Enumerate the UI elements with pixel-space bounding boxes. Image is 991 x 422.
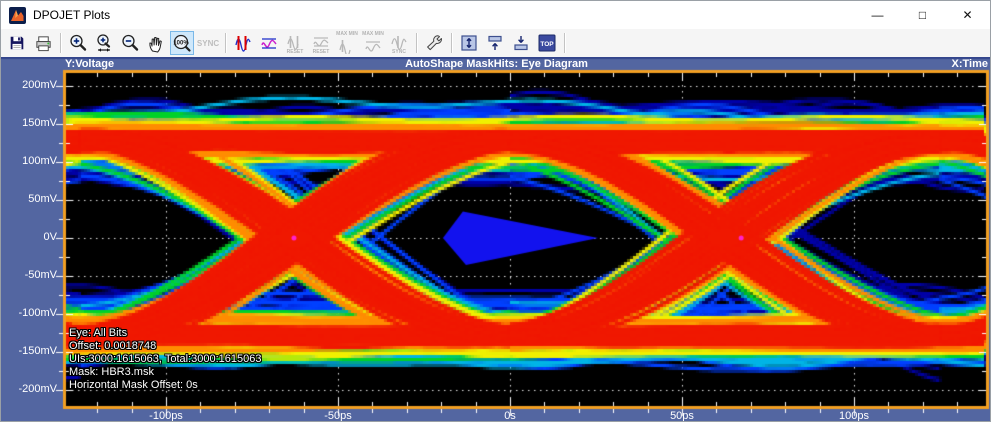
zoom-horizontal-icon bbox=[94, 33, 114, 53]
wrench-icon bbox=[424, 33, 444, 53]
x-axis-label: 50ps bbox=[650, 410, 714, 422]
y-axis-label: 150mV bbox=[1, 117, 57, 129]
reset-vertical-cursors-button-disabled[interactable]: RESET bbox=[283, 31, 307, 55]
y-axis-label: 100mV bbox=[1, 155, 57, 167]
annotation-uis-total: UIs:3000:1615063, Total:3000:1615063 bbox=[69, 353, 261, 366]
save-button[interactable] bbox=[5, 31, 29, 55]
max-min-horizontal-icon bbox=[363, 39, 383, 54]
vertical-cursors-icon bbox=[233, 33, 253, 53]
maximize-button[interactable]: □ bbox=[900, 1, 945, 29]
reset-label: RESET bbox=[282, 50, 308, 55]
align-top-icon bbox=[485, 33, 505, 53]
dpojet-plots-window: DPOJET Plots — □ ✕ bbox=[0, 0, 991, 422]
window-title: DPOJET Plots bbox=[33, 8, 110, 22]
sync-disabled-label: SYNC bbox=[197, 39, 219, 48]
title-bar: DPOJET Plots — □ ✕ bbox=[1, 1, 990, 29]
window-controls: — □ ✕ bbox=[855, 1, 990, 29]
toolbar-separator bbox=[60, 33, 61, 53]
print-icon bbox=[34, 34, 53, 53]
y-axis-label: -200mV bbox=[1, 383, 57, 395]
reset-horizontal-cursors-button-disabled[interactable]: RESET bbox=[309, 31, 333, 55]
annotation-offset: Offset: 0.0018748 bbox=[69, 340, 261, 353]
fit-vertical-button[interactable] bbox=[457, 31, 481, 55]
zoom-in-button[interactable] bbox=[66, 31, 90, 55]
align-top-button[interactable] bbox=[483, 31, 507, 55]
y-axis-name: Y:Voltage bbox=[65, 58, 114, 70]
minimize-button[interactable]: — bbox=[855, 1, 900, 29]
max-min-vertical-icon bbox=[337, 39, 357, 54]
plot-title: AutoShape MaskHits: Eye Diagram bbox=[1, 58, 991, 70]
toolbar-separator bbox=[451, 33, 452, 53]
y-axis-label: -100mV bbox=[1, 307, 57, 319]
zoom-100-label: 100% bbox=[173, 40, 189, 46]
sync-button-disabled[interactable]: SYNC bbox=[196, 31, 220, 55]
always-on-top-icon: TOP bbox=[537, 33, 557, 53]
align-bottom-button[interactable] bbox=[509, 31, 533, 55]
zoom-horizontal-button[interactable] bbox=[92, 31, 116, 55]
max-min-vertical-button-disabled[interactable]: MAX MIN bbox=[335, 31, 359, 55]
zoom-100-button[interactable]: 100% bbox=[170, 31, 194, 55]
print-button[interactable] bbox=[31, 31, 55, 55]
horizontal-cursors-button[interactable] bbox=[257, 31, 281, 55]
annotation-eye-source: Eye: All Bits bbox=[69, 327, 261, 340]
sync-cursors-button-disabled[interactable]: SYNC bbox=[387, 31, 411, 55]
annotation-mask-file: Mask: HBR3.msk bbox=[69, 366, 261, 379]
y-axis-label: -50mV bbox=[1, 269, 57, 281]
app-icon bbox=[9, 7, 26, 24]
sync-cursors-label: SYNC bbox=[386, 50, 412, 55]
save-icon bbox=[8, 34, 26, 52]
zoom-100-icon: 100% bbox=[172, 33, 192, 53]
y-axis-label: 50mV bbox=[1, 193, 57, 205]
always-on-top-button[interactable]: TOP bbox=[535, 31, 559, 55]
x-axis-name: X:Time bbox=[952, 58, 988, 70]
y-axis-label: 0V bbox=[1, 231, 57, 243]
toolbar: 100% SYNC bbox=[1, 29, 990, 57]
toolbar-separator bbox=[416, 33, 417, 53]
zoom-out-icon bbox=[120, 33, 140, 53]
max-min-horizontal-button-disabled[interactable]: MAX MIN bbox=[361, 31, 385, 55]
toolbar-separator bbox=[225, 33, 226, 53]
fit-vertical-icon bbox=[459, 33, 479, 53]
max-min-label: MAX MIN bbox=[334, 32, 360, 37]
toolbar-separator bbox=[564, 33, 565, 53]
zoom-in-icon bbox=[68, 33, 88, 53]
align-bottom-icon bbox=[511, 33, 531, 53]
settings-button[interactable] bbox=[422, 31, 446, 55]
close-button[interactable]: ✕ bbox=[945, 1, 990, 29]
x-axis-label: 0s bbox=[478, 410, 542, 422]
horizontal-cursors-icon bbox=[259, 33, 279, 53]
eye-annotation: Eye: All Bits Offset: 0.0018748 UIs:3000… bbox=[69, 327, 261, 392]
y-axis-label: -150mV bbox=[1, 345, 57, 357]
plot-header: AutoShape MaskHits: Eye Diagram Y:Voltag… bbox=[1, 58, 991, 71]
annotation-horizontal-mask-offset: Horizontal Mask Offset: 0s bbox=[69, 379, 261, 392]
plot-panel: AutoShape MaskHits: Eye Diagram Y:Voltag… bbox=[1, 57, 991, 422]
zoom-out-button[interactable] bbox=[118, 31, 142, 55]
reset-label: RESET bbox=[308, 50, 334, 55]
x-axis-label: 100ps bbox=[822, 410, 886, 422]
x-axis-label: -100ps bbox=[134, 410, 198, 422]
x-axis-label: -50ps bbox=[306, 410, 370, 422]
pan-button[interactable] bbox=[144, 31, 168, 55]
pan-hand-icon bbox=[146, 33, 166, 53]
top-label: TOP bbox=[540, 41, 554, 48]
max-min-label: MAX MIN bbox=[360, 32, 386, 37]
y-axis-label: 200mV bbox=[1, 79, 57, 91]
vertical-cursors-button[interactable] bbox=[231, 31, 255, 55]
